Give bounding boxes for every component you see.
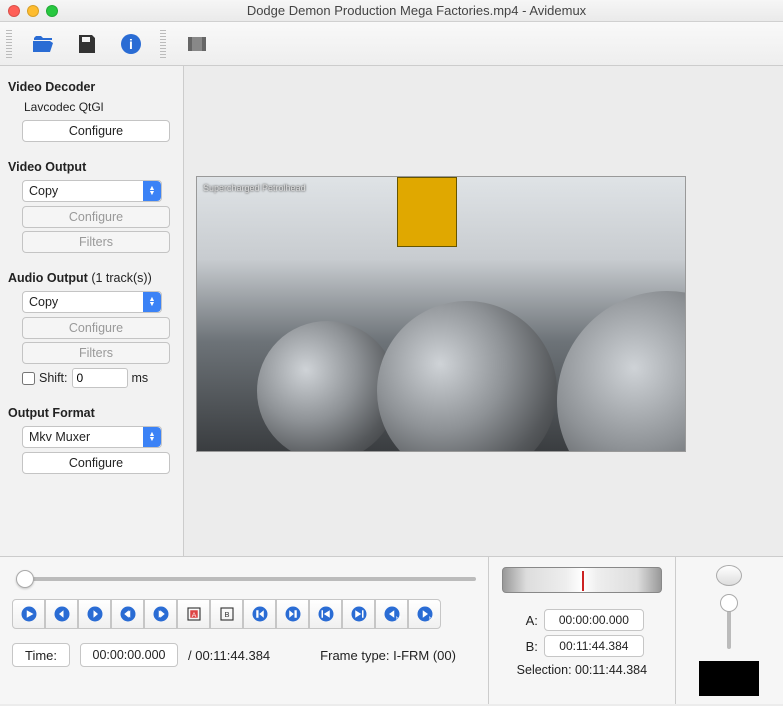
marker-a-value[interactable]: 00:00:00.000 (544, 609, 644, 631)
audio-output-select[interactable]: Copy ▲▼ (22, 291, 162, 313)
thumbnail-preview (699, 661, 759, 696)
volume-knob[interactable] (716, 565, 742, 586)
svg-text:B: B (224, 610, 229, 619)
toolbar-grip-2[interactable] (160, 30, 166, 58)
marker-b-label: B: (520, 639, 538, 654)
volume-slider[interactable] (727, 594, 731, 649)
open-button[interactable] (28, 29, 58, 59)
duration-label: / 00:11:44.384 (188, 648, 270, 663)
first-frame-button[interactable] (309, 599, 342, 629)
video-watermark: Supercharged Petrolhead (203, 183, 306, 193)
time-label: Time: (12, 643, 70, 667)
minimize-icon[interactable] (27, 5, 39, 17)
playback-controls: A B bd bd Time: 00:00:00.000 / 00:11:44.… (0, 556, 783, 704)
chevron-updown-icon: ▲▼ (143, 427, 161, 447)
audio-output-filters-button[interactable]: Filters (22, 342, 170, 364)
seek-slider[interactable] (16, 577, 476, 581)
video-output-selected: Copy (29, 184, 58, 198)
prev-keyframe-button[interactable] (111, 599, 144, 629)
decoder-codec-line: Lavcodec QtGl (24, 100, 177, 114)
goto-marker-a-button[interactable] (243, 599, 276, 629)
next-black-frame-button[interactable]: bd (408, 599, 441, 629)
chevron-updown-icon: ▲▼ (143, 292, 161, 312)
shift-unit: ms (132, 371, 149, 385)
decoder-configure-button[interactable]: Configure (22, 120, 170, 142)
video-preview[interactable]: Supercharged Petrolhead (196, 176, 686, 452)
set-marker-a-button[interactable]: A (177, 599, 210, 629)
window-controls (8, 5, 58, 17)
video-props-button[interactable] (182, 29, 212, 59)
titlebar: Dodge Demon Production Mega Factories.mp… (0, 0, 783, 22)
marker-b-value[interactable]: 00:11:44.384 (544, 635, 644, 657)
audio-output-configure-button[interactable]: Configure (22, 317, 170, 339)
audio-output-selected: Copy (29, 295, 58, 309)
marker-a-label: A: (520, 613, 538, 628)
preview-area: Supercharged Petrolhead (184, 66, 783, 556)
info-button[interactable]: i (116, 29, 146, 59)
audio-shift-checkbox[interactable] (22, 372, 35, 385)
last-frame-button[interactable] (342, 599, 375, 629)
video-output-heading: Video Output (8, 160, 177, 174)
selection-label: Selection: 00:11:44.384 (517, 663, 647, 677)
prev-frame-button[interactable] (45, 599, 78, 629)
goto-marker-b-button[interactable] (276, 599, 309, 629)
output-format-heading: Output Format (8, 406, 177, 420)
audio-shift-input[interactable] (72, 368, 128, 388)
svg-text:bd: bd (428, 615, 433, 620)
seek-thumb[interactable] (16, 570, 34, 588)
sidebar: Video Decoder Lavcodec QtGl Configure Vi… (0, 66, 184, 556)
svg-text:bd: bd (395, 615, 400, 620)
save-button[interactable] (72, 29, 102, 59)
jog-wheel[interactable] (502, 567, 662, 593)
svg-text:A: A (191, 612, 196, 619)
close-icon[interactable] (8, 5, 20, 17)
maximize-icon[interactable] (46, 5, 58, 17)
chevron-updown-icon: ▲▼ (143, 181, 161, 201)
audio-output-heading: Audio Output (1 track(s)) (8, 271, 177, 285)
main-toolbar: i (0, 22, 783, 66)
output-format-select[interactable]: Mkv Muxer ▲▼ (22, 426, 162, 448)
window-title: Dodge Demon Production Mega Factories.mp… (58, 3, 775, 18)
output-format-selected: Mkv Muxer (29, 430, 90, 444)
volume-thumb[interactable] (720, 594, 738, 612)
frame-type-label: Frame type: I-FRM (00) (320, 648, 456, 663)
video-decoder-heading: Video Decoder (8, 80, 177, 94)
play-button[interactable] (12, 599, 45, 629)
output-format-configure-button[interactable]: Configure (22, 452, 170, 474)
video-output-select[interactable]: Copy ▲▼ (22, 180, 162, 202)
prev-black-frame-button[interactable]: bd (375, 599, 408, 629)
shift-label: Shift: (39, 371, 68, 385)
svg-text:i: i (129, 36, 133, 52)
time-display[interactable]: 00:00:00.000 (80, 643, 178, 667)
video-output-filters-button[interactable]: Filters (22, 231, 170, 253)
next-frame-button[interactable] (78, 599, 111, 629)
set-marker-b-button[interactable]: B (210, 599, 243, 629)
toolbar-grip[interactable] (6, 30, 12, 58)
next-keyframe-button[interactable] (144, 599, 177, 629)
video-output-configure-button[interactable]: Configure (22, 206, 170, 228)
